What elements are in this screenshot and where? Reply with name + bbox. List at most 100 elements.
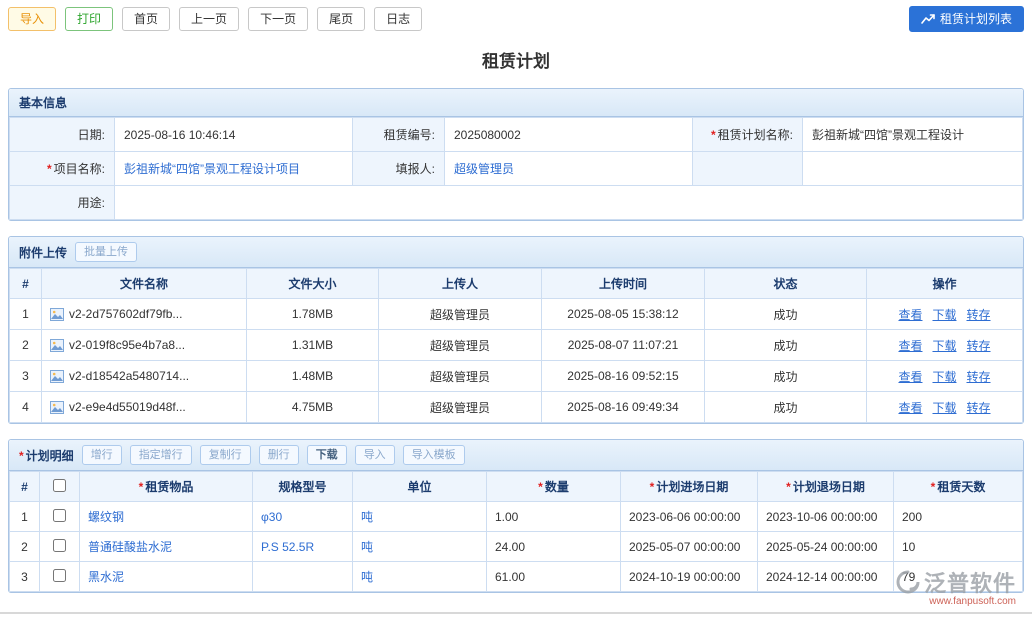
add-row-button[interactable]: 增行 [82,445,122,465]
attachment-row: 4 v2-e9e4d55019d48f... 4.75MB 超级管理员 2025… [10,392,1023,423]
days-cell[interactable]: 10 [894,532,1023,562]
reporter-link[interactable]: 超级管理员 [454,162,514,176]
out-date-cell[interactable]: 2025-05-24 00:00:00 [758,532,894,562]
actions-cell: 查看下载转存 [867,392,1023,423]
actions-cell: 查看下载转存 [867,299,1023,330]
transfer-link[interactable]: 转存 [967,370,991,384]
col-spec: 规格型号 [253,472,353,502]
attachment-row: 2 v2-019f8c95e4b7a8... 1.31MB 超级管理员 2025… [10,330,1023,361]
last-page-button[interactable]: 尾页 [317,7,365,31]
import-rows-button[interactable]: 导入 [355,445,395,465]
log-button[interactable]: 日志 [374,7,422,31]
item-link[interactable]: 螺纹钢 [88,510,124,524]
unit-link[interactable]: 吨 [361,510,373,524]
row-select-checkbox[interactable] [53,569,66,582]
in-date-cell[interactable]: 2023-06-06 00:00:00 [621,502,758,532]
plan-detail-section: *计划明细 增行 指定增行 复制行 删行 下载 导入 导入模板 # *租赁物品 … [8,439,1024,593]
unit-cell: 吨 [353,562,487,592]
uploader: 超级管理员 [379,361,542,392]
view-link[interactable]: 查看 [898,308,922,322]
image-file-icon [50,370,64,383]
plan-list-button[interactable]: 租赁计划列表 [909,6,1024,32]
download-rows-button[interactable]: 下载 [307,445,347,465]
item-link[interactable]: 普通硅酸盐水泥 [88,540,172,554]
reporter-value: 超级管理员 [445,152,693,186]
row-index: 3 [10,562,40,592]
in-date-cell[interactable]: 2024-10-19 00:00:00 [621,562,758,592]
unit-cell: 吨 [353,532,487,562]
plan-detail-title: 计划明细 [26,449,74,463]
plan-row: 3 黑水泥 吨 61.00 2024-10-19 00:00:00 2024-1… [10,562,1023,592]
status: 成功 [705,330,867,361]
view-link[interactable]: 查看 [898,339,922,353]
status: 成功 [705,392,867,423]
attachments-header: 附件上传 批量上传 [9,237,1023,268]
file-name-cell: v2-019f8c95e4b7a8... [42,330,247,361]
row-index: 1 [10,299,42,330]
qty-cell[interactable]: 61.00 [487,562,621,592]
prev-page-button[interactable]: 上一页 [179,7,239,31]
file-name: v2-019f8c95e4b7a8... [69,338,185,352]
transfer-link[interactable]: 转存 [967,308,991,322]
spec-cell: P.S 52.5R [253,532,353,562]
file-size: 1.48MB [247,361,379,392]
days-cell[interactable]: 200 [894,502,1023,532]
import-template-button[interactable]: 导入模板 [403,445,465,465]
empty-label-cell [693,152,803,186]
import-button[interactable]: 导入 [8,7,56,31]
bottom-divider [0,612,1032,614]
unit-link[interactable]: 吨 [361,540,373,554]
uploader: 超级管理员 [379,330,542,361]
download-link[interactable]: 下载 [932,401,956,415]
spec-link[interactable]: φ30 [261,510,282,524]
plan-detail-header: *计划明细 增行 指定增行 复制行 删行 下载 导入 导入模板 [9,440,1023,471]
attachments-table: # 文件名称 文件大小 上传人 上传时间 状态 操作 1 v2-2d757602… [9,268,1023,423]
actions-cell: 查看下载转存 [867,330,1023,361]
actions-cell: 查看下载转存 [867,361,1023,392]
col-uploader: 上传人 [379,269,542,299]
insert-row-button[interactable]: 指定增行 [130,445,192,465]
row-select-checkbox[interactable] [53,509,66,522]
next-page-button[interactable]: 下一页 [248,7,308,31]
required-marker: * [47,162,52,176]
select-all-checkbox[interactable] [53,479,66,492]
col-item: *租赁物品 [80,472,253,502]
download-link[interactable]: 下载 [932,339,956,353]
watermark-url: www.fanpusoft.com [895,596,1016,607]
out-date-cell[interactable]: 2023-10-06 00:00:00 [758,502,894,532]
row-select-checkbox[interactable] [53,539,66,552]
reporter-label: 填报人: [353,152,445,186]
date-value[interactable]: 2025-08-16 10:46:14 [115,118,353,152]
home-page-button[interactable]: 首页 [122,7,170,31]
col-qty-label: 数量 [545,480,569,494]
qty-cell[interactable]: 1.00 [487,502,621,532]
print-button[interactable]: 打印 [65,7,113,31]
unit-link[interactable]: 吨 [361,570,373,584]
plan-row: 1 螺纹钢 φ30 吨 1.00 2023-06-06 00:00:00 202… [10,502,1023,532]
days-cell[interactable]: 79 [894,562,1023,592]
view-link[interactable]: 查看 [898,401,922,415]
item-link[interactable]: 黑水泥 [88,570,124,584]
out-date-cell[interactable]: 2024-12-14 00:00:00 [758,562,894,592]
download-link[interactable]: 下载 [932,370,956,384]
col-out-date: *计划退场日期 [758,472,894,502]
plan-name-value[interactable]: 彭祖新城“四馆”景观工程设计 [803,118,1023,152]
rent-no-value[interactable]: 2025080002 [445,118,693,152]
col-index: # [10,269,42,299]
project-link[interactable]: 彭祖新城“四馆”景观工程设计项目 [124,162,300,176]
plan-name-label: *租赁计划名称: [693,118,803,152]
in-date-cell[interactable]: 2025-05-07 00:00:00 [621,532,758,562]
row-select-cell [40,532,80,562]
batch-upload-button[interactable]: 批量上传 [75,242,137,262]
qty-cell[interactable]: 24.00 [487,532,621,562]
spec-link[interactable]: P.S 52.5R [261,540,314,554]
col-file-size: 文件大小 [247,269,379,299]
view-link[interactable]: 查看 [898,370,922,384]
purpose-value[interactable] [115,186,1023,220]
download-link[interactable]: 下载 [932,308,956,322]
copy-row-button[interactable]: 复制行 [200,445,251,465]
transfer-link[interactable]: 转存 [967,401,991,415]
transfer-link[interactable]: 转存 [967,339,991,353]
project-label-text: 项目名称: [54,162,105,176]
delete-row-button[interactable]: 删行 [259,445,299,465]
